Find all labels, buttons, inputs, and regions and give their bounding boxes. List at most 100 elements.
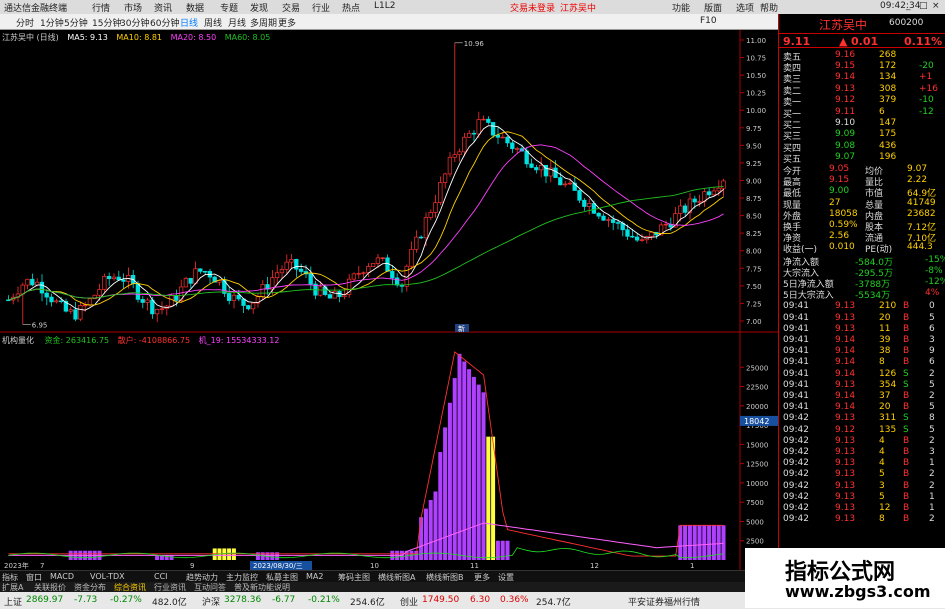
clock: 09:42:34 xyxy=(880,1,921,11)
candle-body xyxy=(615,222,621,224)
period-tab-4[interactable]: 30分钟 xyxy=(120,16,149,29)
tick-price: 9.13 xyxy=(835,379,856,390)
tick-row-13: 09:42 9.13 4 B 3 xyxy=(779,447,945,458)
indicator-tab-8[interactable]: MA2 xyxy=(306,572,323,581)
tick-dir: B xyxy=(903,435,910,446)
candle-body xyxy=(159,308,165,310)
menu-item-8[interactable]: 热点 xyxy=(342,1,360,14)
indicator-tab-4[interactable]: CCI xyxy=(154,572,168,581)
quote-price: 9.11 xyxy=(783,35,811,48)
kline-legend-name: 江苏吴中 (日线) xyxy=(2,33,59,42)
menu-item-0[interactable]: 行情 xyxy=(92,1,110,14)
tick-vol: 11 xyxy=(879,323,891,334)
tick-num: 5 xyxy=(929,379,935,390)
bid-price: 9.07 xyxy=(835,151,856,162)
tick-row-3: 09:41 9.14 39 B 3 xyxy=(779,335,945,346)
ask-price: 9.15 xyxy=(835,61,856,72)
tick-time: 09:41 xyxy=(783,312,809,323)
trade-login-link[interactable]: 交易未登录 xyxy=(510,1,555,14)
tick-num: 5 xyxy=(929,424,935,435)
candle-body xyxy=(423,217,429,239)
period-tab-9[interactable]: 多周期 xyxy=(250,16,277,29)
bid-label: 买五 xyxy=(783,154,802,165)
right-menu-item-3[interactable]: 帮助 xyxy=(760,1,778,14)
tick-price: 9.14 xyxy=(835,346,856,357)
tick-price: 9.12 xyxy=(835,424,856,435)
ask-chg: +16 xyxy=(919,83,938,94)
candle-body xyxy=(250,302,256,310)
tick-dir: B xyxy=(903,391,910,401)
period-tab-7[interactable]: 周线 xyxy=(204,16,222,29)
bid-price: 9.08 xyxy=(835,140,856,151)
tick-price: 9.13 xyxy=(835,323,856,334)
ask-chg: -10 xyxy=(919,94,934,105)
tick-vol: 311 xyxy=(879,413,897,424)
tick-dir: B xyxy=(903,402,910,413)
indicator-tab-3[interactable]: VOL-TDX xyxy=(90,572,125,581)
f10-button[interactable]: F10 xyxy=(700,16,717,26)
stat-row-0: 今开 9.05 均价 9.07 xyxy=(779,164,945,177)
date-cursor-label: 2023/08/30/三 xyxy=(253,562,303,570)
menu-item-2[interactable]: 资讯 xyxy=(154,1,172,14)
price-tick-label: 8.50 xyxy=(746,213,762,221)
flow-label: 5日大宗流入 xyxy=(783,291,834,302)
stat-val-2: 9.07 xyxy=(907,164,928,174)
indicator-tab-2[interactable]: MACD xyxy=(50,572,74,581)
candle-body xyxy=(697,201,702,203)
candle-body xyxy=(481,118,486,121)
stat-val-2: 2.22 xyxy=(907,175,928,186)
index-name-1[interactable]: 沪深 xyxy=(202,595,220,608)
menu-item-4[interactable]: 专题 xyxy=(220,1,238,14)
stat-val-1: 27 xyxy=(829,197,841,208)
candle-body xyxy=(510,142,515,150)
bid-row-1: 买二 9.10 147 xyxy=(779,118,945,131)
candle-body xyxy=(385,257,390,272)
quote-change-arrow: ▲ xyxy=(839,35,848,48)
indicator-tick-label: 15000 xyxy=(746,441,768,449)
indicator-legend-c: 机_19: 15534333.12 xyxy=(198,336,280,345)
menu-item-5[interactable]: 发现 xyxy=(250,1,268,14)
tick-dir: S xyxy=(903,424,909,435)
candle-body xyxy=(97,289,102,296)
period-tab-3[interactable]: 15分钟 xyxy=(92,16,121,29)
candle-body xyxy=(634,236,640,241)
kline-chart-svg[interactable]: 11.00 10.75 10.50 10.25 10.00 9.75 9.50 9.25 9.0… xyxy=(0,30,778,570)
period-tab-2[interactable]: 5分钟 xyxy=(64,16,88,29)
price-tick-label: 7.00 xyxy=(746,318,762,326)
indicator-tick-label: 7500 xyxy=(746,499,764,507)
tick-time: 09:42 xyxy=(783,469,809,480)
period-tab-1[interactable]: 1分钟 xyxy=(40,16,64,29)
candle-body xyxy=(721,180,726,189)
period-tab-8[interactable]: 月线 xyxy=(228,16,246,29)
tick-time: 09:41 xyxy=(783,335,809,345)
right-menu-item-2[interactable]: 选项 xyxy=(736,1,754,14)
chart-area[interactable]: 11.00 10.75 10.50 10.25 10.00 9.75 9.50 9.25 9.0… xyxy=(0,30,778,570)
menu-item-3[interactable]: 数据 xyxy=(186,1,204,14)
tick-row-7: 09:41 9.13 354 S 5 xyxy=(779,380,945,391)
ma5-line xyxy=(8,125,724,311)
menu-item-7[interactable]: 行业 xyxy=(312,1,330,14)
indicator-bar xyxy=(423,508,428,560)
indicator-bar xyxy=(428,500,433,560)
period-tab-0[interactable]: 分时 xyxy=(16,16,34,29)
period-tab-10[interactable]: 更多 xyxy=(278,16,296,29)
window-button-2[interactable]: × xyxy=(932,1,940,11)
candle-body xyxy=(582,199,587,207)
index-name-2[interactable]: 创业 xyxy=(400,595,418,608)
period-tab-6[interactable]: 日线 xyxy=(180,16,198,29)
indicator-bar xyxy=(438,452,443,560)
flow-pct: -8% xyxy=(925,265,943,276)
tick-dir: S xyxy=(903,368,909,379)
ask-chg: +1 xyxy=(919,72,933,83)
period-tab-5[interactable]: 60分钟 xyxy=(150,16,179,29)
tick-time: 09:42 xyxy=(783,491,809,502)
candle-body xyxy=(380,257,385,259)
top-stock-name: 江苏吴中 xyxy=(560,4,597,14)
right-menu-item-0[interactable]: 功能 xyxy=(672,1,690,14)
menu-item-1[interactable]: 市场 xyxy=(124,1,142,14)
candle-body xyxy=(73,309,78,320)
menu-item-9[interactable]: L1L2 xyxy=(374,1,395,11)
right-menu-item-1[interactable]: 版面 xyxy=(704,1,722,14)
index-name-0[interactable]: 上证 xyxy=(4,595,22,608)
menu-item-6[interactable]: 交易 xyxy=(282,1,300,14)
